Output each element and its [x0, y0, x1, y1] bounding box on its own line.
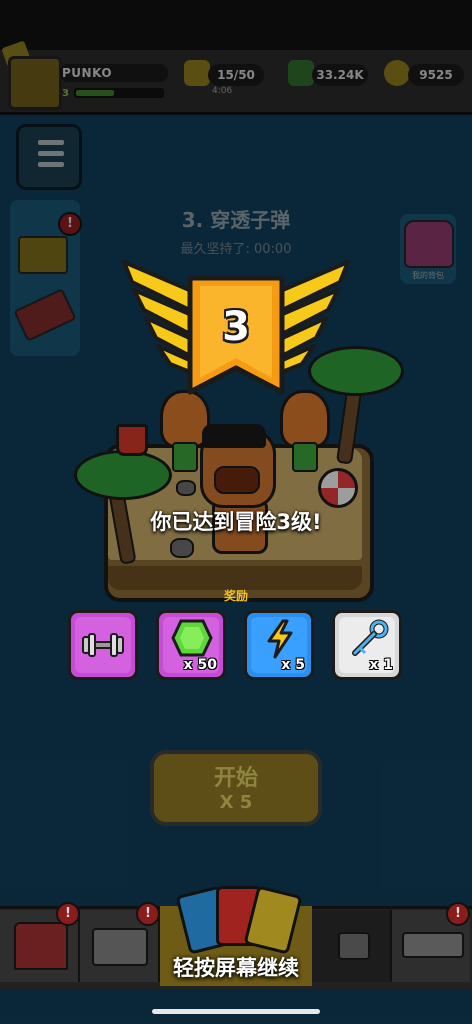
key-icon [352, 619, 389, 656]
dumbbell-icon [82, 633, 124, 657]
reward-card-gem: x 50 [156, 610, 226, 680]
reward-qty: x 50 [183, 657, 217, 673]
reward-card-energy: x 5 [244, 610, 314, 680]
shop-notification-badge: ! [56, 902, 80, 926]
green-gem-icon [171, 619, 213, 657]
reward-card-key: x 1 [332, 610, 402, 680]
level-up-message: 你已达到冒险3级! [150, 510, 322, 534]
reward-qty: x 1 [369, 657, 393, 673]
medal-level-number: 3 [222, 304, 250, 350]
start-button-label: 开始 [213, 766, 258, 791]
rewards-label: 奖励 [223, 589, 248, 603]
start-button-cost: X 5 [219, 792, 253, 813]
energy-bolt-icon [267, 619, 293, 659]
tap-to-continue-text[interactable]: 轻按屏幕继续 [0, 952, 472, 982]
forge-notification-badge: ! [136, 902, 160, 926]
reward-qty: x 5 [281, 657, 305, 673]
reward-card-dumbbell [68, 610, 138, 680]
home-indicator[interactable] [152, 1009, 320, 1014]
training-notification-badge: ! [446, 902, 470, 926]
